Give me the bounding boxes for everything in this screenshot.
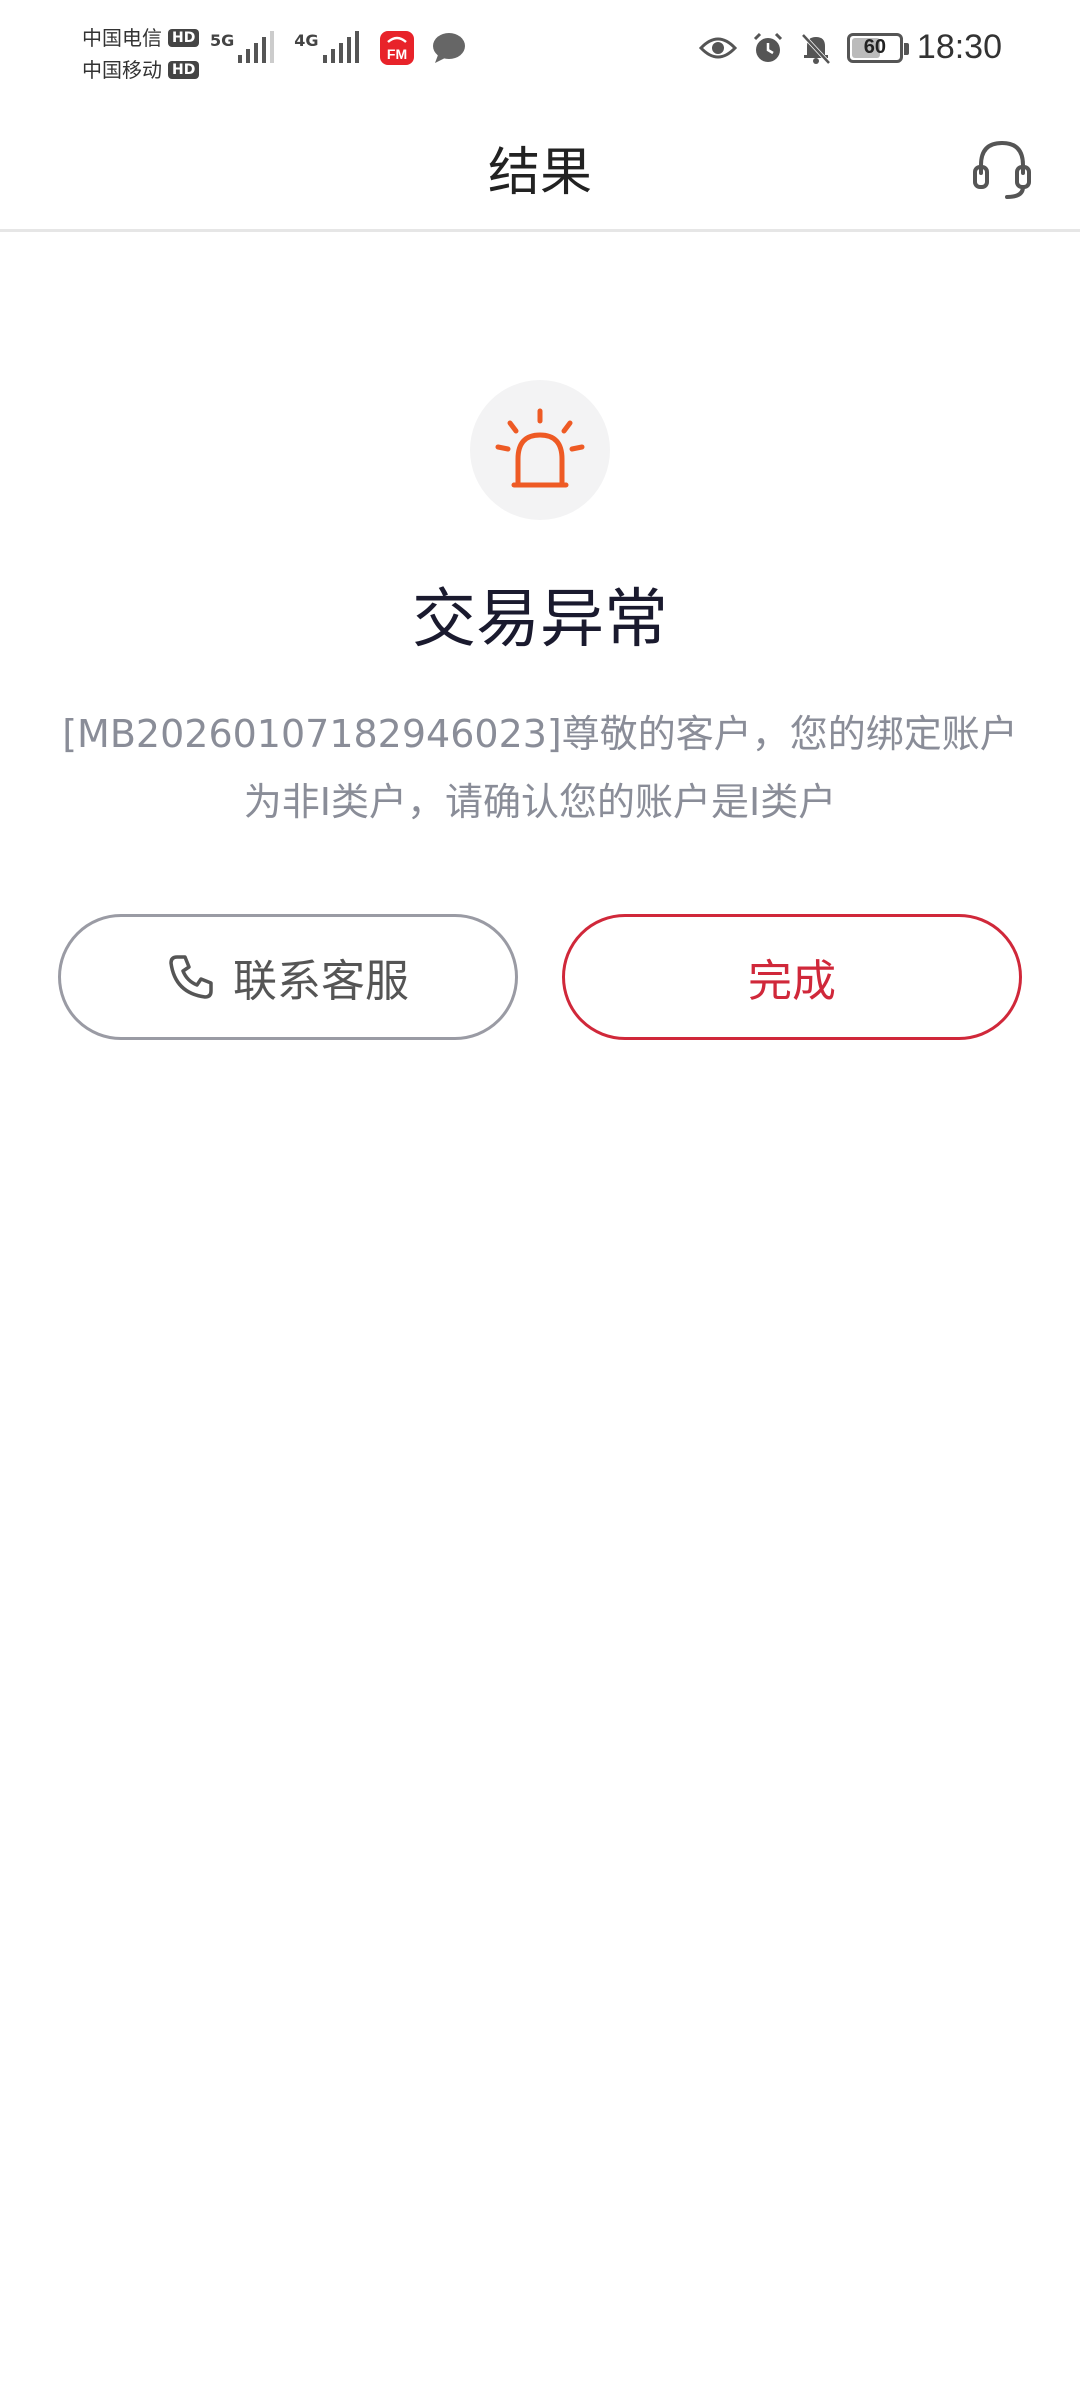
signal-5g-icon: 5G <box>210 31 278 65</box>
carrier-1-name: 中国电信 <box>82 26 162 50</box>
phone-icon <box>169 955 213 999</box>
network-4g-label: 4G <box>294 31 319 50</box>
done-button[interactable]: 完成 <box>562 914 1022 1040</box>
signal-bars-icon <box>322 31 359 63</box>
network-5g-label: 5G <box>210 31 235 50</box>
fm-app-icon: FM <box>379 31 414 65</box>
battery-icon: 60 <box>846 32 909 63</box>
battery-level: 60 <box>863 36 887 58</box>
eye-icon <box>698 37 737 58</box>
result-page: 中国电信 HD 中国移动 HD 5G 4G FM 60 18:30 结果 交易异… <box>0 0 1080 2400</box>
contact-service-label: 联系客服 <box>233 956 409 1007</box>
carrier-row-1: 中国电信 HD <box>82 22 222 54</box>
status-right: 60 18:30 <box>698 28 1002 67</box>
customer-service-button[interactable] <box>966 134 1038 206</box>
alarm-icon <box>753 32 782 62</box>
nav-bar: 结果 <box>0 108 1080 232</box>
page-title: 结果 <box>487 143 592 203</box>
result-message: [MB20260107182946023]尊敬的客户，您的绑定账户为非I类户，请… <box>62 712 1018 824</box>
clock: 18:30 <box>916 28 1002 66</box>
headset-icon <box>973 140 1031 199</box>
message-bubble-icon <box>432 33 465 63</box>
carrier-info: 中国电信 HD 中国移动 HD <box>82 22 222 86</box>
done-label: 完成 <box>748 956 836 1007</box>
alert-icon-circle <box>470 380 610 520</box>
signal-bars-icon <box>238 31 275 63</box>
network-icons: 5G 4G FM <box>210 30 467 66</box>
hd-badge: HD <box>168 29 200 47</box>
status-bar: 中国电信 HD 中国移动 HD 5G 4G FM 60 18:30 <box>0 0 1080 108</box>
carrier-2-name: 中国移动 <box>82 58 162 82</box>
result-title: 交易异常 <box>412 583 668 657</box>
signal-4g-icon: 4G <box>294 31 362 65</box>
svg-text:FM: FM <box>386 46 406 62</box>
alarm-light-icon <box>495 408 585 488</box>
hd-badge: HD <box>168 61 200 79</box>
contact-service-button[interactable]: 联系客服 <box>58 914 518 1040</box>
bell-muted-icon <box>801 33 831 64</box>
carrier-row-2: 中国移动 HD <box>82 54 222 86</box>
